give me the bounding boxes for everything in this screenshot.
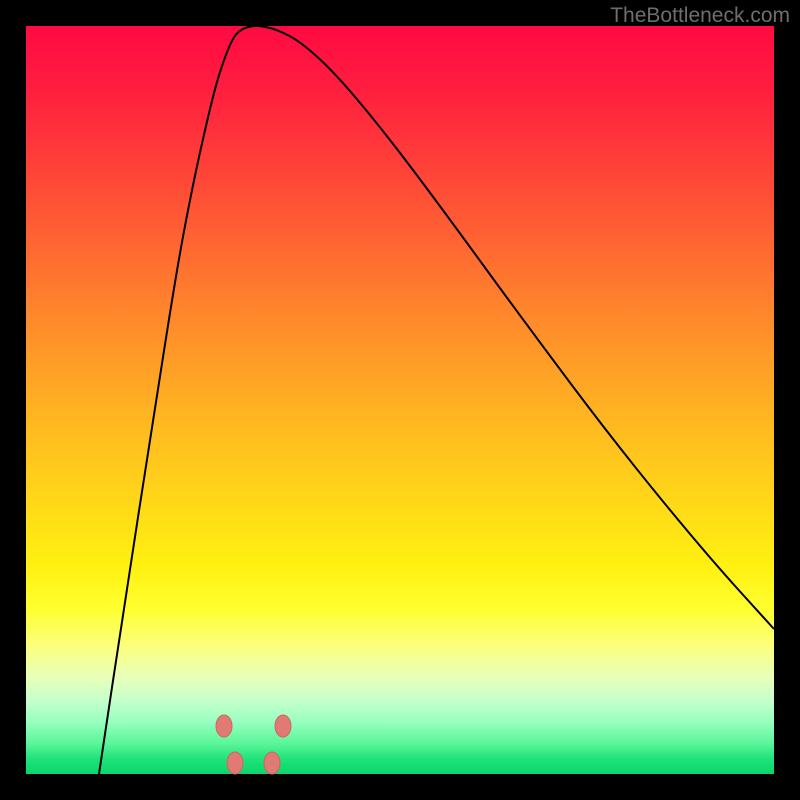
watermark-text: TheBottleneck.com <box>610 4 790 28</box>
bottleneck-curve <box>99 26 774 774</box>
curve-marker <box>264 752 280 774</box>
curve-markers <box>216 715 291 774</box>
bottleneck-chart-svg <box>26 26 774 774</box>
curve-marker <box>227 752 243 774</box>
curve-marker <box>275 715 291 737</box>
curve-marker <box>216 715 232 737</box>
chart-area <box>26 26 774 774</box>
